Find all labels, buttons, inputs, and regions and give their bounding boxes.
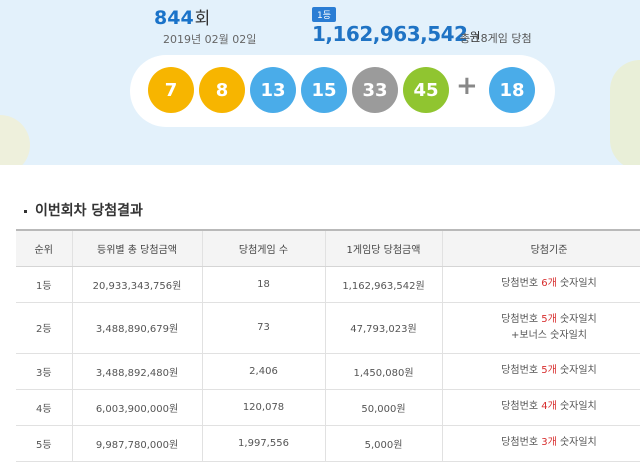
- cell-per-game: 47,793,023원: [325, 302, 443, 354]
- cell-rank: 5등: [16, 425, 73, 462]
- table-row: 2등 3,488,890,679원 73 47,793,023원 당첨번호 5개…: [16, 302, 640, 354]
- cell-games: 2,406: [202, 353, 326, 390]
- table-row: 5등 9,987,780,000원 1,997,556 5,000원 당첨번호 …: [16, 425, 640, 462]
- prize-results-table: 순위 등위별 총 당첨금액 당첨게임 수 1게임당 당첨금액 당첨기준 1등 2…: [16, 229, 640, 462]
- winning-ball-2: 8: [199, 67, 245, 113]
- cell-rank: 4등: [16, 389, 73, 426]
- cell-rank: 1등: [16, 266, 73, 303]
- header-total-prize: 등위별 총 당첨금액: [72, 229, 203, 267]
- cell-criteria: 당첨번호 3개 숫자일치: [442, 425, 640, 462]
- table-row: 3등 3,488,892,480원 2,406 1,450,080원 당첨번호 …: [16, 353, 640, 390]
- header-rank: 순위: [16, 229, 73, 267]
- cell-criteria: 당첨번호 5개 숫자일치 +보너스 숫자일치: [442, 302, 640, 354]
- winning-ball-1: 7: [148, 67, 194, 113]
- cell-criteria: 당첨번호 4개 숫자일치: [442, 389, 640, 426]
- header-criteria: 당첨기준: [442, 229, 640, 267]
- cell-total: 20,933,343,756원: [72, 266, 203, 303]
- cell-per-game: 5,000원: [325, 425, 443, 462]
- bullet-icon: [24, 209, 27, 213]
- first-prize-amount: 1,162,963,542 원: [312, 22, 480, 46]
- cell-per-game: 1,450,080원: [325, 353, 443, 390]
- header-per-game-prize: 1게임당 당첨금액: [325, 229, 443, 267]
- draw-summary-banner: 844회 2019년 02월 02일 1등 1,162,963,542 원 총 1…: [0, 0, 640, 165]
- plus-icon: +: [456, 71, 478, 101]
- first-prize-badge: 1등: [312, 7, 337, 22]
- cell-criteria: 당첨번호 6개 숫자일치: [442, 266, 640, 303]
- table-header-row: 순위 등위별 총 당첨금액 당첨게임 수 1게임당 당첨금액 당첨기준: [16, 229, 640, 267]
- cell-rank: 2등: [16, 302, 73, 354]
- table-row: 4등 6,003,900,000원 120,078 50,000원 당첨번호 4…: [16, 389, 640, 426]
- decorative-circle: [0, 115, 30, 165]
- cell-games: 18: [202, 266, 326, 303]
- cell-rank: 3등: [16, 353, 73, 390]
- winning-ball-5: 33: [352, 67, 398, 113]
- cell-games: 73: [202, 302, 326, 354]
- cell-per-game: 1,162,963,542원: [325, 266, 443, 303]
- winners-count: 총 18게임 당첨: [460, 32, 532, 45]
- decorative-shape: [610, 60, 640, 165]
- winning-numbers-panel: 7 8 13 15 33 45 + 18: [130, 55, 555, 127]
- cell-total: 9,987,780,000원: [72, 425, 203, 462]
- bonus-ball: 18: [489, 67, 535, 113]
- cell-total: 3,488,892,480원: [72, 353, 203, 390]
- winning-ball-6: 45: [403, 67, 449, 113]
- winning-ball-3: 13: [250, 67, 296, 113]
- winning-ball-4: 15: [301, 67, 347, 113]
- section-title: 이번회차 당첨결과: [24, 200, 143, 220]
- cell-total: 3,488,890,679원: [72, 302, 203, 354]
- cell-games: 1,997,556: [202, 425, 326, 462]
- table-row: 1등 20,933,343,756원 18 1,162,963,542원 당첨번…: [16, 266, 640, 303]
- draw-number: 844회: [154, 7, 211, 29]
- cell-criteria: 당첨번호 5개 숫자일치: [442, 353, 640, 390]
- cell-total: 6,003,900,000원: [72, 389, 203, 426]
- header-winning-games: 당첨게임 수: [202, 229, 326, 267]
- draw-date: 2019년 02월 02일: [163, 33, 257, 46]
- cell-games: 120,078: [202, 389, 326, 426]
- cell-per-game: 50,000원: [325, 389, 443, 426]
